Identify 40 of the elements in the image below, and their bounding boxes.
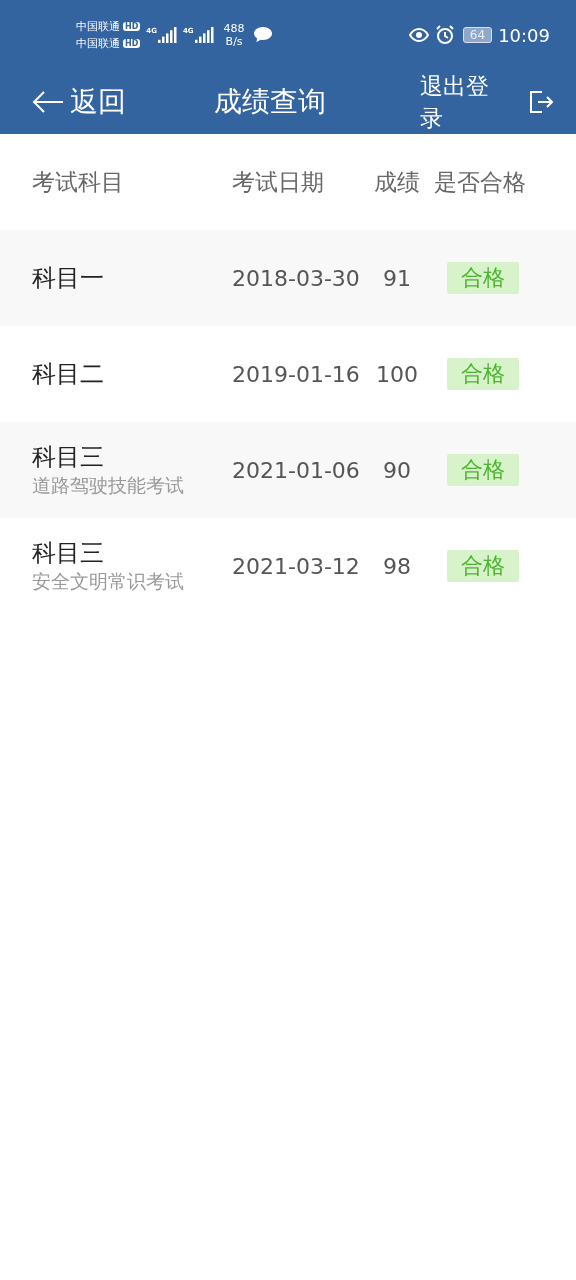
page-title: 成绩查询	[214, 84, 326, 120]
result-badge: 合格	[447, 454, 519, 486]
exam-score: 90	[382, 457, 412, 483]
chat-icon	[252, 26, 273, 44]
signal-icon	[194, 27, 214, 43]
carrier-name: 中国联通	[76, 36, 120, 51]
exam-score: 91	[382, 265, 412, 291]
hd-badge: HD	[123, 22, 141, 31]
column-header: 成绩	[373, 167, 421, 197]
subject-name: 科目一	[32, 263, 105, 294]
result-badge: 合格	[447, 550, 519, 582]
subject-detail: 安全文明常识考试	[32, 569, 185, 594]
clock-time: 10:09	[498, 24, 550, 46]
column-header: 是否合格	[433, 167, 527, 197]
carrier-name: 中国联通	[76, 19, 120, 34]
exam-date: 2019-01-16	[232, 361, 361, 387]
subject-name: 科目二	[32, 359, 105, 390]
speed-unit: B/s	[225, 35, 243, 48]
subject-name: 科目三	[32, 442, 105, 473]
exam-score: 100	[375, 361, 419, 387]
column-header: 考试科目	[32, 167, 125, 197]
speed-value: 488	[223, 22, 245, 35]
column-header: 考试日期	[232, 167, 325, 197]
exam-score: 98	[382, 553, 412, 579]
alarm-icon	[434, 25, 455, 45]
signal-icon	[157, 27, 177, 43]
back-arrow-icon	[32, 90, 64, 114]
hd-badge: HD	[123, 39, 141, 48]
logout-button[interactable]: 退出登录	[420, 70, 554, 134]
battery-icon: 64	[462, 27, 493, 43]
exam-date: 2021-03-12	[232, 553, 361, 579]
subject-name: 科目三	[32, 538, 105, 569]
exam-date: 2018-03-30	[232, 265, 361, 291]
result-badge: 合格	[447, 262, 519, 294]
eye-icon	[408, 28, 429, 42]
exam-date: 2021-01-06	[232, 457, 361, 483]
subject-detail: 道路驾驶技能考试	[32, 473, 185, 498]
result-badge: 合格	[447, 358, 519, 390]
logout-icon	[528, 89, 554, 115]
back-button[interactable]: 返回	[32, 83, 126, 121]
